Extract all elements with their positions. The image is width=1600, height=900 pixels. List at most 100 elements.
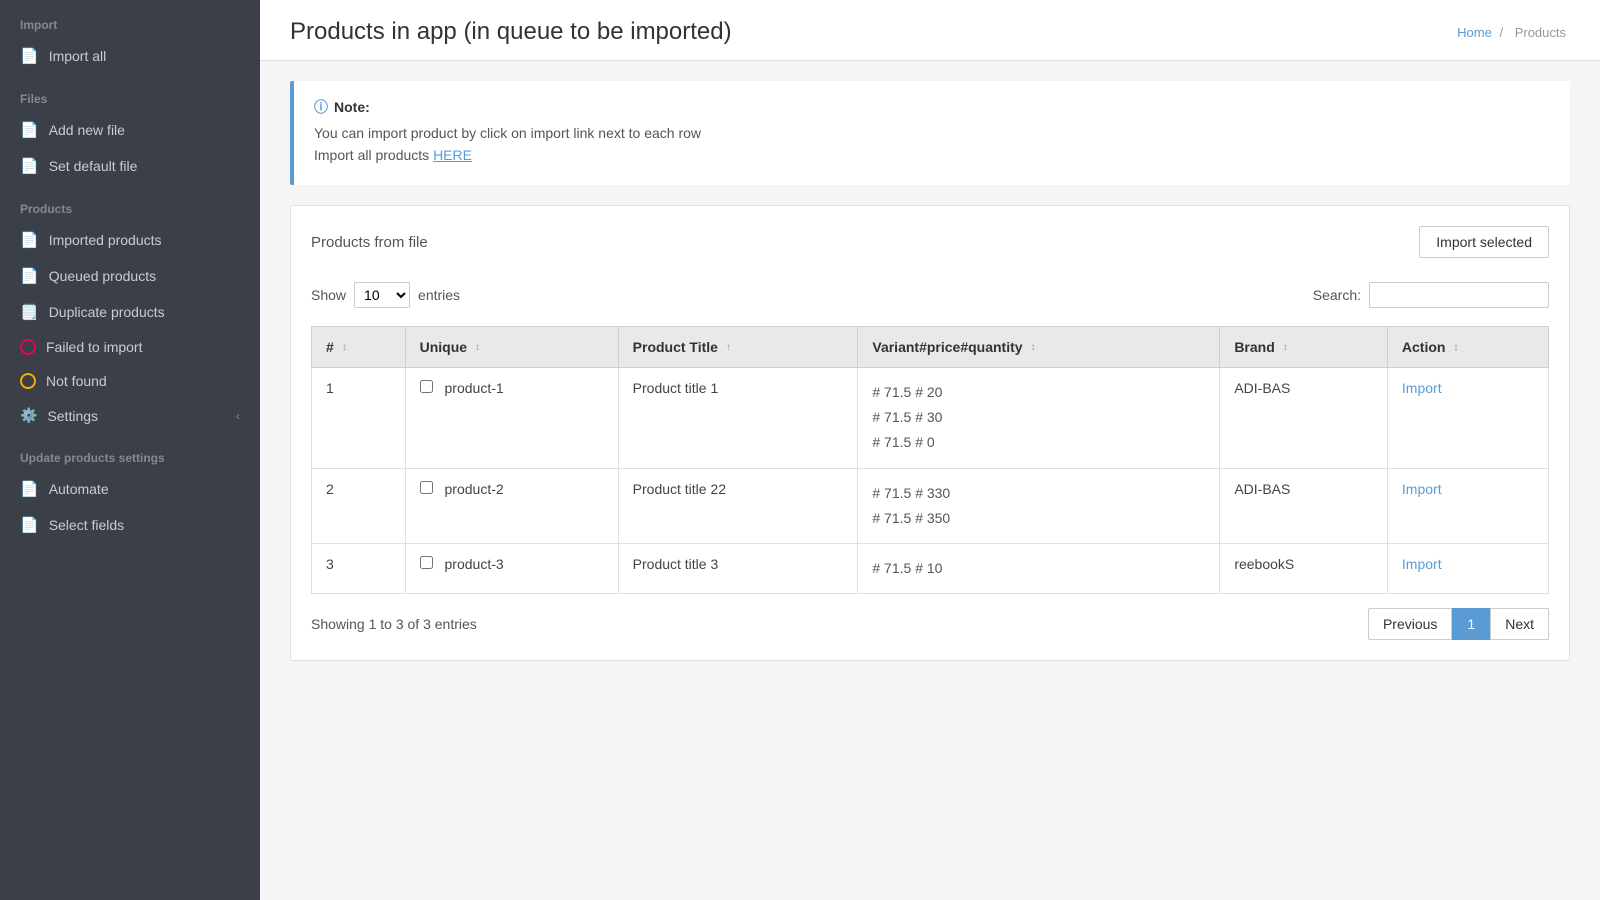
page-1-button[interactable]: 1: [1452, 608, 1490, 640]
cell-product-title: Product title 1: [618, 368, 858, 469]
cell-action: Import: [1387, 368, 1548, 469]
sidebar-section-files: Files: [0, 74, 260, 112]
col-variant: Variant#price#quantity ↕: [858, 327, 1220, 368]
cell-product-title: Product title 3: [618, 543, 858, 593]
row-checkbox[interactable]: [420, 380, 433, 393]
info-icon: ⓘ: [314, 97, 328, 117]
import-link[interactable]: Import: [1402, 481, 1442, 497]
sidebar-label-duplicate-products: Duplicate products: [49, 304, 165, 320]
sort-variant-icon[interactable]: ↕: [1030, 343, 1035, 353]
sidebar-label-import-all: Import all: [49, 48, 107, 64]
col-num: # ↕: [312, 327, 406, 368]
sort-brand-icon[interactable]: ↕: [1283, 343, 1288, 353]
note-line1: You can import product by click on impor…: [314, 125, 1550, 141]
sidebar-label-not-found: Not found: [46, 373, 107, 389]
doc-icon-automate: 📄: [20, 480, 39, 498]
sidebar-item-set-default-file[interactable]: 📄 Set default file: [0, 148, 260, 184]
cell-action: Import: [1387, 543, 1548, 593]
doc-icon-queued: 📄: [20, 267, 39, 285]
sidebar-label-queued-products: Queued products: [49, 268, 156, 284]
sidebar-label-settings: Settings: [47, 408, 98, 424]
sidebar-label-failed-to-import: Failed to import: [46, 339, 142, 355]
search-label: Search:: [1313, 287, 1361, 303]
import-link[interactable]: Import: [1402, 556, 1442, 572]
doc-icon-select-fields: 📄: [20, 516, 39, 534]
breadcrumb-current: Products: [1515, 25, 1566, 40]
sidebar-item-queued-products[interactable]: 📄 Queued products: [0, 258, 260, 294]
sidebar-section-import: Import: [0, 0, 260, 38]
pagination-buttons: Previous 1 Next: [1368, 608, 1549, 640]
cell-action: Import: [1387, 468, 1548, 543]
cell-unique: product-1: [405, 368, 618, 469]
cell-brand: ADI-BAS: [1220, 468, 1388, 543]
sidebar-label-add-new-file: Add new file: [49, 122, 125, 138]
sidebar-item-duplicate-products[interactable]: 🗒️ Duplicate products: [0, 294, 260, 330]
note-here-link[interactable]: HERE: [433, 147, 472, 163]
col-product-title: Product Title ↑: [618, 327, 858, 368]
sidebar-section-products: Products: [0, 184, 260, 222]
sidebar-item-add-new-file[interactable]: 📄 Add new file: [0, 112, 260, 148]
cell-variant: # 71.5 # 330# 71.5 # 350: [858, 468, 1220, 543]
doc-icon-add: 📄: [20, 121, 39, 139]
show-label: Show: [311, 287, 346, 303]
sidebar-label-imported-products: Imported products: [49, 232, 162, 248]
cell-product-title: Product title 22: [618, 468, 858, 543]
note-title-text: Note:: [334, 99, 370, 115]
page-title: Products in app (in queue to be imported…: [290, 18, 732, 46]
sidebar-item-import-all[interactable]: 📄 Import all: [0, 38, 260, 74]
cell-unique: product-3: [405, 543, 618, 593]
previous-button[interactable]: Previous: [1368, 608, 1452, 640]
row-checkbox[interactable]: [420, 481, 433, 494]
cell-unique: product-2: [405, 468, 618, 543]
cell-variant: # 71.5 # 10: [858, 543, 1220, 593]
circle-yellow-icon: [20, 373, 36, 389]
doc-icon-default: 📄: [20, 157, 39, 175]
cell-variant: # 71.5 # 20# 71.5 # 30# 71.5 # 0: [858, 368, 1220, 469]
col-action: Action ↕: [1387, 327, 1548, 368]
doc-icon-duplicate: 🗒️: [20, 303, 39, 321]
sidebar-item-settings[interactable]: ⚙️ Settings ‹: [0, 398, 260, 433]
import-selected-button[interactable]: Import selected: [1419, 226, 1549, 258]
sidebar-item-select-fields[interactable]: 📄 Select fields: [0, 507, 260, 543]
chevron-left-icon: ‹: [236, 409, 240, 423]
note-line2: Import all products HERE: [314, 147, 1550, 163]
table-row: 2 product-2 Product title 22 # 71.5 # 33…: [312, 468, 1549, 543]
col-brand: Brand ↕: [1220, 327, 1388, 368]
sort-unique-icon[interactable]: ↕: [475, 343, 480, 353]
sidebar-item-automate[interactable]: 📄 Automate: [0, 471, 260, 507]
products-section: Products from file Import selected Show …: [290, 205, 1570, 661]
sidebar-item-not-found[interactable]: Not found: [0, 364, 260, 398]
sidebar-item-imported-products[interactable]: 📄 Imported products: [0, 222, 260, 258]
row-checkbox[interactable]: [420, 556, 433, 569]
table-controls: Show 10 25 50 100 entries Search:: [311, 274, 1549, 316]
table-row: 1 product-1 Product title 1 # 71.5 # 20#…: [312, 368, 1549, 469]
breadcrumb-home[interactable]: Home: [1457, 25, 1492, 40]
sidebar-label-automate: Automate: [49, 481, 109, 497]
sort-action-icon[interactable]: ↕: [1453, 343, 1458, 353]
next-button[interactable]: Next: [1490, 608, 1549, 640]
table-row: 3 product-3 Product title 3 # 71.5 # 10 …: [312, 543, 1549, 593]
note-line2-prefix: Import all products: [314, 147, 433, 163]
cell-brand: ADI-BAS: [1220, 368, 1388, 469]
entries-select[interactable]: 10 25 50 100: [354, 282, 410, 308]
search-input[interactable]: [1369, 282, 1549, 308]
sort-title-icon[interactable]: ↑: [726, 343, 731, 353]
cell-num: 3: [312, 543, 406, 593]
cell-num: 2: [312, 468, 406, 543]
breadcrumb-separator: /: [1499, 25, 1503, 40]
cell-brand: reebookS: [1220, 543, 1388, 593]
sort-num-icon[interactable]: ↕: [342, 343, 347, 353]
sidebar-item-failed-to-import[interactable]: Failed to import: [0, 330, 260, 364]
import-link[interactable]: Import: [1402, 380, 1442, 396]
col-unique: Unique ↕: [405, 327, 618, 368]
sidebar-section-update: Update products settings: [0, 433, 260, 471]
products-section-title: Products from file: [311, 234, 428, 251]
entries-label: entries: [418, 287, 460, 303]
gear-icon: ⚙️: [20, 407, 37, 424]
showing-text: Showing 1 to 3 of 3 entries: [311, 616, 477, 632]
sidebar-label-set-default-file: Set default file: [49, 158, 138, 174]
breadcrumb: Home / Products: [1457, 25, 1570, 40]
pagination-area: Showing 1 to 3 of 3 entries Previous 1 N…: [311, 608, 1549, 640]
note-box: ⓘ Note: You can import product by click …: [290, 81, 1570, 185]
circle-red-icon: [20, 339, 36, 355]
